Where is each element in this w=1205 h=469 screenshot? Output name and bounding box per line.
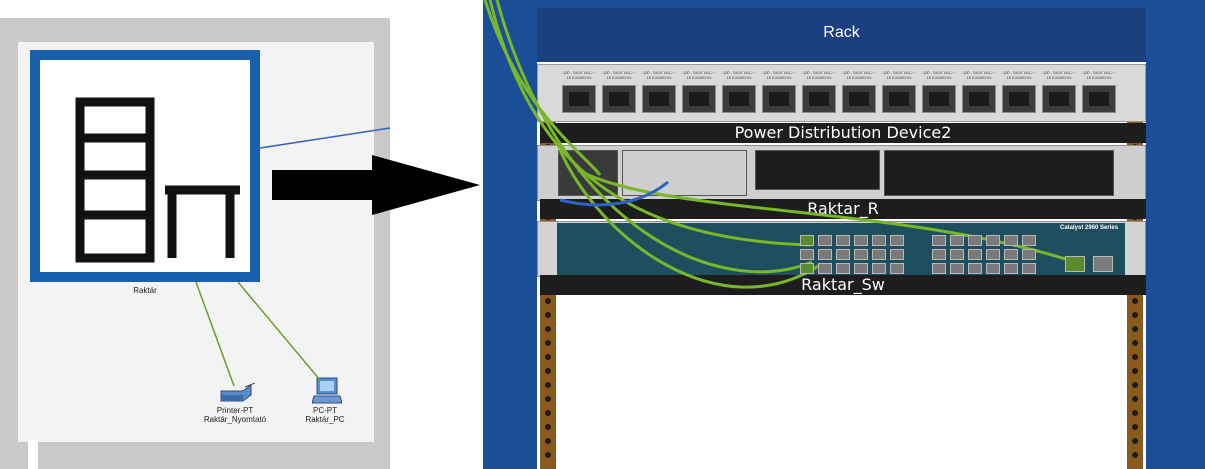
switch-port[interactable]: [800, 235, 814, 246]
switch-port[interactable]: [890, 263, 904, 274]
switch-uplink-port[interactable]: [1065, 256, 1085, 272]
switch-port[interactable]: [986, 235, 1000, 246]
switch-port[interactable]: [854, 249, 868, 260]
switch-port[interactable]: [1022, 235, 1036, 246]
switch-port[interactable]: [836, 235, 850, 246]
switch-port[interactable]: [1022, 249, 1036, 260]
switch-uplink-port[interactable]: [1093, 256, 1113, 272]
switch-port[interactable]: [950, 249, 964, 260]
switch-port[interactable]: [872, 249, 886, 260]
switch-port[interactable]: [932, 249, 946, 260]
switch-port[interactable]: [968, 249, 982, 260]
switch-port[interactable]: [818, 235, 832, 246]
switch-port[interactable]: [818, 263, 832, 274]
switch-port[interactable]: [950, 263, 964, 274]
switch-port[interactable]: [1022, 263, 1036, 274]
switch-port[interactable]: [872, 235, 886, 246]
switch-port[interactable]: [836, 249, 850, 260]
switch-port[interactable]: [1004, 263, 1018, 274]
switch-port[interactable]: [872, 263, 886, 274]
switch-port[interactable]: [1004, 235, 1018, 246]
switch-port[interactable]: [800, 263, 814, 274]
switch-port[interactable]: [818, 249, 832, 260]
switch-port[interactable]: [854, 235, 868, 246]
switch-port[interactable]: [1004, 249, 1018, 260]
switch-port[interactable]: [854, 263, 868, 274]
switch-port[interactable]: [836, 263, 850, 274]
switch-port[interactable]: [800, 249, 814, 260]
switch-port[interactable]: [950, 235, 964, 246]
switch-port[interactable]: [968, 263, 982, 274]
switch-port[interactable]: [986, 263, 1000, 274]
switch-port[interactable]: [890, 249, 904, 260]
switch-port[interactable]: [932, 263, 946, 274]
switch-port[interactable]: [986, 249, 1000, 260]
switch-port[interactable]: [932, 235, 946, 246]
switch-port[interactable]: [890, 235, 904, 246]
switch-port[interactable]: [968, 235, 982, 246]
